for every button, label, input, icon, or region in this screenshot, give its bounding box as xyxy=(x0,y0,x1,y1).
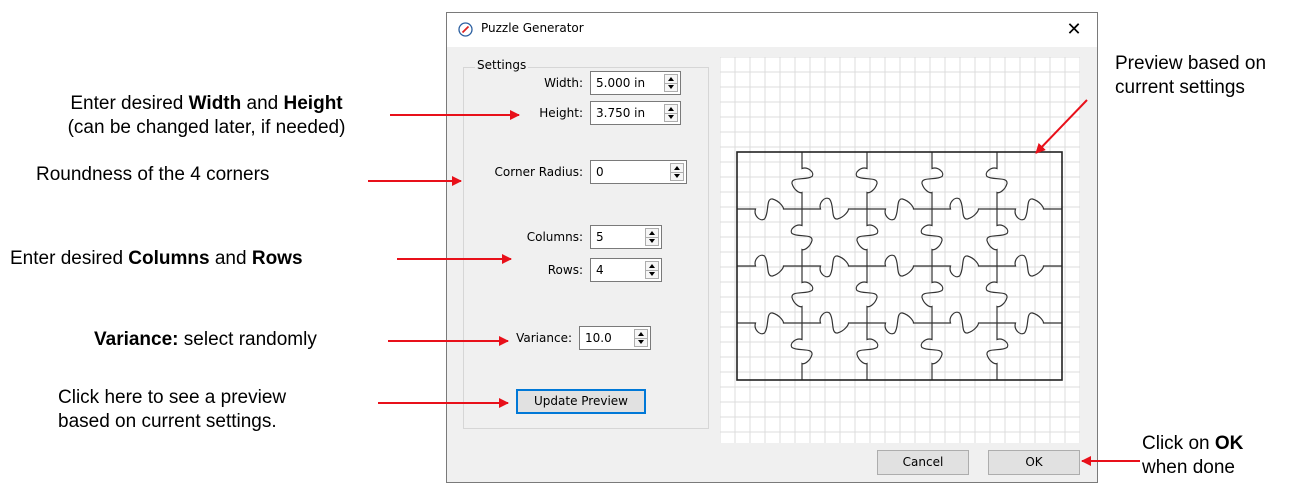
arrow-down-icon xyxy=(638,340,644,344)
annotation-bold-height: Height xyxy=(283,93,343,114)
rows-value: 4 xyxy=(596,263,604,277)
annotation-variance: Variance: select randomly xyxy=(94,328,317,352)
preview-canvas xyxy=(719,56,1081,443)
width-value: 5.000 in xyxy=(596,76,646,90)
variance-spinner[interactable] xyxy=(634,329,648,347)
annotation-columns-rows: Enter desired Columns and Rows xyxy=(10,247,303,271)
puzzle-generator-dialog: Puzzle Generator ✕ Settings Width: 5.000… xyxy=(446,12,1098,483)
annotation-text: based on current settings. xyxy=(58,411,277,432)
rows-down-button[interactable] xyxy=(646,270,658,278)
annotation-text: Click on xyxy=(1142,433,1215,454)
rows-label: Rows: xyxy=(547,263,583,277)
corner-radius-down-button[interactable] xyxy=(671,172,683,180)
height-label: Height: xyxy=(539,106,583,120)
pen-nib-icon xyxy=(458,22,473,37)
puzzle-preview xyxy=(719,56,1081,443)
annotation-ok: Click on OK when done xyxy=(1142,432,1243,480)
arrow-down-icon xyxy=(649,239,655,243)
annotation-text: and xyxy=(241,93,284,114)
annotation-bold-columns: Columns xyxy=(128,248,210,269)
arrow-up-icon xyxy=(638,332,644,336)
variance-value: 10.0 xyxy=(585,331,612,345)
variance-field[interactable]: 10.0 xyxy=(579,326,651,350)
columns-value: 5 xyxy=(596,230,604,244)
variance-down-button[interactable] xyxy=(635,338,647,346)
arrow-up-icon xyxy=(674,166,680,170)
corner-radius-value: 0 xyxy=(596,165,604,179)
height-value: 3.750 in xyxy=(596,106,646,120)
corner-radius-label: Corner Radius: xyxy=(494,165,583,179)
variance-label: Variance: xyxy=(516,331,572,345)
arrow-up-icon xyxy=(668,107,674,111)
annotation-text: and xyxy=(209,248,252,269)
settings-group-label: Settings xyxy=(475,58,529,72)
height-spinner[interactable] xyxy=(664,104,678,122)
annotation-text: select randomly xyxy=(178,329,317,350)
arrow-down-icon xyxy=(649,272,655,276)
annotation-text: Preview based on xyxy=(1115,53,1267,74)
annotation-preview: Preview based on current settings xyxy=(1115,52,1266,100)
annotation-bold-ok: OK xyxy=(1214,433,1244,454)
annotation-bold-variance: Variance: xyxy=(94,329,179,350)
arrow-up-icon xyxy=(649,264,655,268)
corner-radius-spinner[interactable] xyxy=(670,163,684,181)
annotation-width-height: Enter desired Width and Height (can be c… xyxy=(34,92,379,140)
title-bar[interactable]: Puzzle Generator ✕ xyxy=(447,13,1097,47)
arrow-up-icon xyxy=(668,77,674,81)
annotation-text: Click here to see a preview xyxy=(58,387,287,408)
height-down-button[interactable] xyxy=(665,113,677,121)
arrow-up-icon xyxy=(649,231,655,235)
annotation-bold-width: Width xyxy=(188,93,242,114)
rows-field[interactable]: 4 xyxy=(590,258,662,282)
ok-button[interactable]: OK xyxy=(988,450,1080,475)
annotation-text: when done xyxy=(1142,457,1235,478)
width-spinner[interactable] xyxy=(664,74,678,92)
annotation-update: Click here to see a preview based on cur… xyxy=(58,386,286,434)
arrow-down-icon xyxy=(668,85,674,89)
update-preview-button[interactable]: Update Preview xyxy=(516,389,646,414)
close-button[interactable]: ✕ xyxy=(1061,17,1087,43)
corner-radius-field[interactable]: 0 xyxy=(590,160,687,184)
annotation-text: (can be changed later, if needed) xyxy=(67,117,346,138)
dialog-title: Puzzle Generator xyxy=(481,21,584,35)
annotation-text: Enter desired xyxy=(10,248,129,269)
columns-label: Columns: xyxy=(526,230,583,244)
width-field[interactable]: 5.000 in xyxy=(590,71,681,95)
width-down-button[interactable] xyxy=(665,83,677,91)
columns-down-button[interactable] xyxy=(646,237,658,245)
rows-spinner[interactable] xyxy=(645,261,659,279)
annotation-text: current settings xyxy=(1115,77,1245,98)
arrow-down-icon xyxy=(674,174,680,178)
width-label: Width: xyxy=(544,76,583,90)
annotation-corners: Roundness of the 4 corners xyxy=(36,164,270,185)
cancel-button[interactable]: Cancel xyxy=(877,450,969,475)
height-field[interactable]: 3.750 in xyxy=(590,101,681,125)
annotation-bold-rows: Rows xyxy=(251,248,303,269)
annotation-text: Enter desired xyxy=(70,93,189,114)
close-icon: ✕ xyxy=(1066,19,1082,40)
columns-field[interactable]: 5 xyxy=(590,225,662,249)
arrow-down-icon xyxy=(668,115,674,119)
columns-spinner[interactable] xyxy=(645,228,659,246)
